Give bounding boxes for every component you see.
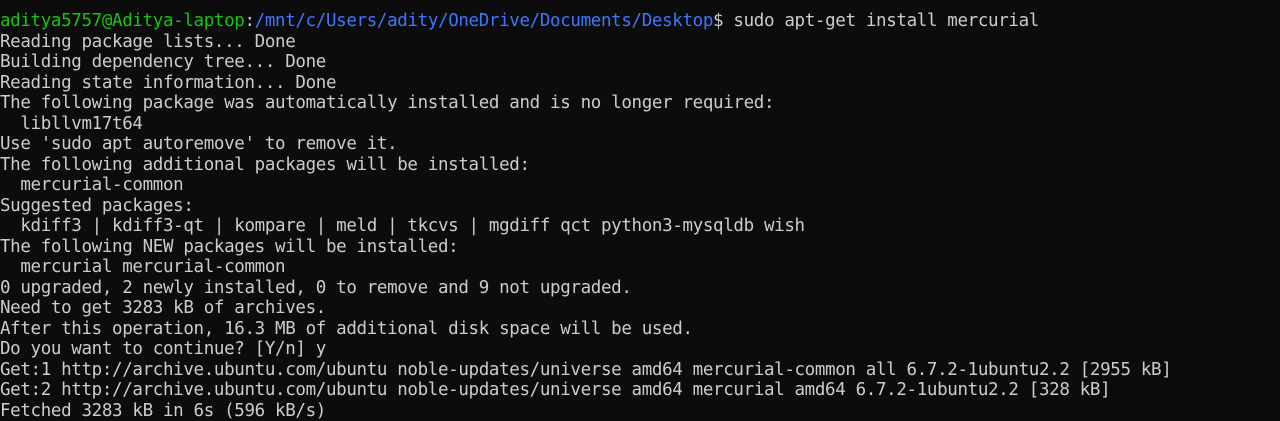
- prompt-symbol: $: [713, 11, 724, 31]
- prompt-user-host: aditya5757@Aditya-laptop: [0, 11, 245, 31]
- output-line: Fetched 3283 kB in 6s (596 kB/s): [0, 400, 326, 421]
- output-line: mercurial-common: [0, 175, 184, 195]
- terminal-scrollbar[interactable]: [1266, 0, 1280, 421]
- prompt-path: /mnt/c/Users/adity/OneDrive/Documents/De…: [254, 11, 714, 31]
- prompt-separator: :: [244, 11, 255, 31]
- terminal-output: aditya5757@Aditya-laptop:/mnt/c/Users/ad…: [0, 0, 1280, 421]
- output-line: Building dependency tree... Done: [0, 52, 326, 72]
- terminal-line-partial-top: [0, 0, 1280, 11]
- output-line: The following additional packages will b…: [0, 154, 530, 175]
- output-line: Get:2 http://archive.ubuntu.com/ubuntu n…: [0, 380, 1111, 400]
- output-line: The following NEW packages will be insta…: [0, 236, 459, 257]
- output-line: Suggested packages:: [0, 195, 194, 216]
- output-line: 0 upgraded, 2 newly installed, 0 to remo…: [0, 277, 632, 298]
- output-line: Get:1 http://archive.ubuntu.com/ubuntu n…: [0, 359, 1172, 380]
- output-line: libllvm17t64: [0, 113, 143, 134]
- output-line: Reading package lists... Done: [0, 31, 296, 52]
- output-line: Reading state information... Done: [0, 72, 337, 93]
- output-line: mercurial mercurial-common: [0, 257, 286, 277]
- prompt-line: aditya5757@Aditya-laptop:/mnt/c/Users/ad…: [0, 11, 1280, 32]
- output-line: Need to get 3283 kB of archives.: [0, 298, 326, 318]
- output-line: After this operation, 16.3 MB of additio…: [0, 318, 693, 339]
- output-line: Use 'sudo apt autoremove' to remove it.: [0, 134, 398, 154]
- output-line: The following package was automatically …: [0, 93, 775, 113]
- output-line: Do you want to continue? [Y/n] y: [0, 339, 326, 359]
- prompt-command: sudo apt-get install mercurial: [723, 11, 1039, 31]
- terminal-window[interactable]: aditya5757@Aditya-laptop:/mnt/c/Users/ad…: [0, 0, 1280, 421]
- output-line: kdiff3 | kdiff3-qt | kompare | meld | tk…: [0, 216, 805, 236]
